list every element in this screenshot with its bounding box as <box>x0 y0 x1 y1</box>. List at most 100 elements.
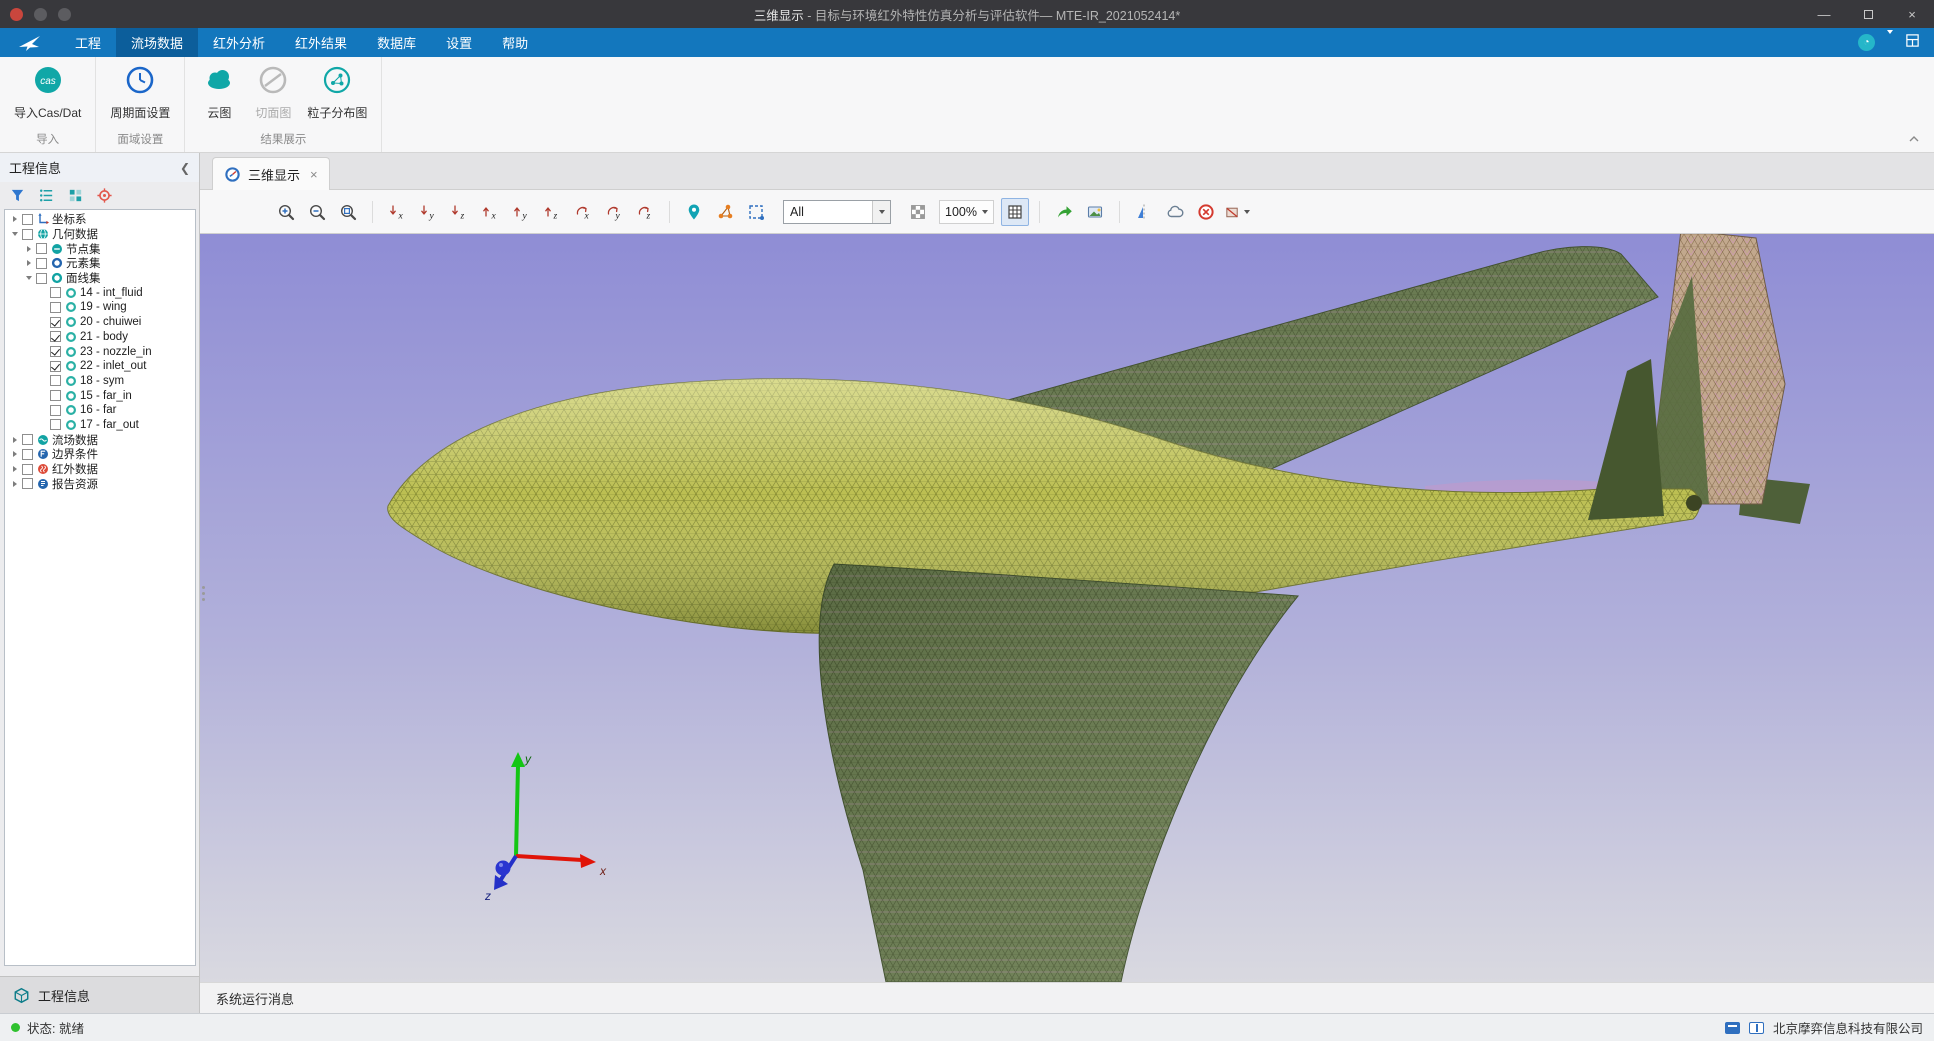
tree-item-18-sym[interactable]: 18 - sym <box>5 374 195 389</box>
grid-view-button[interactable] <box>67 187 84 204</box>
visibility-checkbox[interactable] <box>36 243 47 254</box>
combo-dropdown-button[interactable] <box>872 201 890 223</box>
view-x-rot-button[interactable]: x <box>569 198 597 226</box>
visibility-checkbox[interactable] <box>22 434 33 445</box>
tree-item-flow-field-data[interactable]: 流场数据 <box>5 432 195 447</box>
zoom-fit-button[interactable] <box>334 198 362 226</box>
visibility-checkbox[interactable] <box>50 390 61 401</box>
opacity-button[interactable] <box>904 198 932 226</box>
tree-item-boundary-conditions[interactable]: 边界条件 <box>5 447 195 462</box>
box-select-button[interactable] <box>742 198 770 226</box>
menu-item-settings[interactable]: 设置 <box>431 28 487 57</box>
menubar-dropdown-button[interactable] <box>1887 34 1893 52</box>
expander-icon[interactable] <box>9 478 20 489</box>
view-y-up-button[interactable]: y <box>507 198 535 226</box>
expander-icon[interactable] <box>9 214 20 225</box>
view-y-rot-button[interactable]: y <box>600 198 628 226</box>
tree-item-14-int_fluid[interactable]: 14 - int_fluid <box>5 285 195 300</box>
ribbon-button-cloud-map[interactable]: 云图 <box>193 63 245 121</box>
smooth-region-button[interactable] <box>1161 198 1189 226</box>
menubar-account-button[interactable]: ◔ <box>1858 34 1875 51</box>
filter-button[interactable] <box>9 187 26 204</box>
clip-section-button[interactable] <box>1223 198 1251 226</box>
visibility-checkbox[interactable] <box>22 464 33 475</box>
visibility-checkbox[interactable] <box>50 346 61 357</box>
expander-icon[interactable] <box>23 258 34 269</box>
visibility-checkbox[interactable] <box>50 361 61 372</box>
view-z-down-button[interactable]: z <box>445 198 473 226</box>
menu-item-database[interactable]: 数据库 <box>362 28 431 57</box>
tab-close-icon[interactable]: × <box>310 167 318 182</box>
tree-item-coord-system[interactable]: 坐标系 <box>5 212 195 227</box>
layout-toggle-icon-1[interactable] <box>1725 1022 1740 1034</box>
panel-collapse-button[interactable]: ❮ <box>180 162 190 174</box>
visibility-checkbox[interactable] <box>50 419 61 430</box>
visibility-checkbox[interactable] <box>36 258 47 269</box>
tree-item-21-body[interactable]: 21 - body <box>5 330 195 345</box>
tree-item-17-far_out[interactable]: 17 - far_out <box>5 418 195 433</box>
visibility-checkbox[interactable] <box>50 287 61 298</box>
tree-item-22-inlet_out[interactable]: 22 - inlet_out <box>5 359 195 374</box>
expander-icon[interactable] <box>23 243 34 254</box>
expander-icon[interactable] <box>9 229 20 240</box>
view-y-down-button[interactable]: y <box>414 198 442 226</box>
project-panel-bottom-tab[interactable]: 工程信息 <box>0 976 199 1013</box>
expander-icon[interactable] <box>9 449 20 460</box>
visibility-checkbox[interactable] <box>22 478 33 489</box>
ribbon-collapse-button[interactable] <box>1906 132 1922 146</box>
zoom-out-button[interactable] <box>303 198 331 226</box>
mirror-button[interactable] <box>1130 198 1158 226</box>
menubar-layout-button[interactable] <box>1905 33 1920 53</box>
tree-item-geometry-data[interactable]: 几何数据 <box>5 227 195 242</box>
visibility-checkbox[interactable] <box>22 229 33 240</box>
tree-item-15-far_in[interactable]: 15 - far_in <box>5 388 195 403</box>
tree-item-23-nozzle_in[interactable]: 23 - nozzle_in <box>5 344 195 359</box>
snapshot-button[interactable] <box>1081 198 1109 226</box>
zoom-in-button[interactable] <box>272 198 300 226</box>
clear-red-button[interactable] <box>1192 198 1220 226</box>
menu-item-help[interactable]: 帮助 <box>487 28 543 57</box>
expander-icon[interactable] <box>9 464 20 475</box>
expander-icon[interactable] <box>23 273 34 284</box>
tree-item-report-resources[interactable]: 报告资源 <box>5 476 195 491</box>
tree-item-19-wing[interactable]: 19 - wing <box>5 300 195 315</box>
maximize-button[interactable] <box>1846 0 1890 28</box>
viewport-3d[interactable]: y x z <box>200 234 1934 982</box>
ribbon-button-import-cas-dat[interactable]: cas导入Cas/Dat <box>8 63 87 121</box>
zoom-level-combo[interactable]: 100% <box>939 200 994 224</box>
visibility-checkbox[interactable] <box>22 449 33 460</box>
probe-point-button[interactable] <box>680 198 708 226</box>
visibility-checkbox[interactable] <box>22 214 33 225</box>
minimize-button[interactable]: — <box>1802 0 1846 28</box>
close-button[interactable]: × <box>1890 0 1934 28</box>
ribbon-button-particle-map[interactable]: 粒子分布图 <box>301 63 373 121</box>
view-x-up-button[interactable]: x <box>476 198 504 226</box>
tree-item-element-set[interactable]: 元素集 <box>5 256 195 271</box>
tree-item-face-set[interactable]: 面线集 <box>5 271 195 286</box>
menu-item-ir-analysis[interactable]: 红外分析 <box>198 28 280 57</box>
visibility-checkbox[interactable] <box>50 317 61 328</box>
view-z-rot-button[interactable]: z <box>631 198 659 226</box>
export-view-button[interactable] <box>1050 198 1078 226</box>
tree-item-infrared-data[interactable]: 红外数据 <box>5 462 195 477</box>
splitter-handle[interactable] <box>201 578 206 608</box>
titlebar-circle-button-1[interactable] <box>34 8 47 21</box>
visibility-checkbox[interactable] <box>50 405 61 416</box>
menu-item-project[interactable]: 工程 <box>60 28 116 57</box>
grid-toggle-button[interactable] <box>1001 198 1029 226</box>
tree-item-16-far[interactable]: 16 - far <box>5 403 195 418</box>
list-view-button[interactable] <box>38 187 55 204</box>
record-circle-button[interactable] <box>10 8 23 21</box>
visibility-checkbox[interactable] <box>36 273 47 284</box>
view-x-down-button[interactable]: x <box>383 198 411 226</box>
visibility-checkbox[interactable] <box>50 331 61 342</box>
tree-item-20-chuiwei[interactable]: 20 - chuiwei <box>5 315 195 330</box>
expander-icon[interactable] <box>9 434 20 445</box>
node-display-button[interactable] <box>711 198 739 226</box>
visibility-checkbox[interactable] <box>50 302 61 313</box>
locate-button[interactable] <box>96 187 113 204</box>
display-filter-combo[interactable]: All <box>783 200 891 224</box>
titlebar-circle-button-2[interactable] <box>58 8 71 21</box>
visibility-checkbox[interactable] <box>50 375 61 386</box>
menu-item-ir-results[interactable]: 红外结果 <box>280 28 362 57</box>
